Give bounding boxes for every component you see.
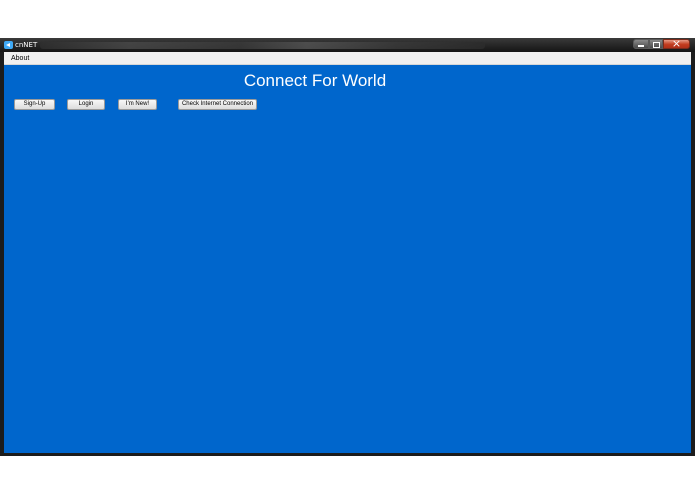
main-panel: Connect For World Sign-Up Login I'm New!… <box>4 65 691 453</box>
window-title: cnNET <box>15 41 38 49</box>
close-icon[interactable] <box>663 37 690 50</box>
blurred-title-path <box>40 42 485 49</box>
minimize-icon[interactable] <box>633 39 649 49</box>
page-title: Connect For World <box>243 71 387 90</box>
login-button[interactable]: Login <box>67 99 105 110</box>
app-window: cnNET About Connect For World Sign-Up Lo… <box>0 37 695 456</box>
new-user-button[interactable]: I'm New! <box>118 99 157 110</box>
app-logo-icon <box>4 41 13 49</box>
maximize-icon[interactable] <box>649 39 663 49</box>
menu-item-about[interactable]: About <box>11 53 29 64</box>
title-bar[interactable]: cnNET <box>0 37 695 52</box>
check-connection-button[interactable]: Check Internet Connection <box>178 99 257 110</box>
signup-button[interactable]: Sign-Up <box>14 99 55 110</box>
window-controls <box>633 37 690 50</box>
menu-bar: About <box>4 52 691 65</box>
